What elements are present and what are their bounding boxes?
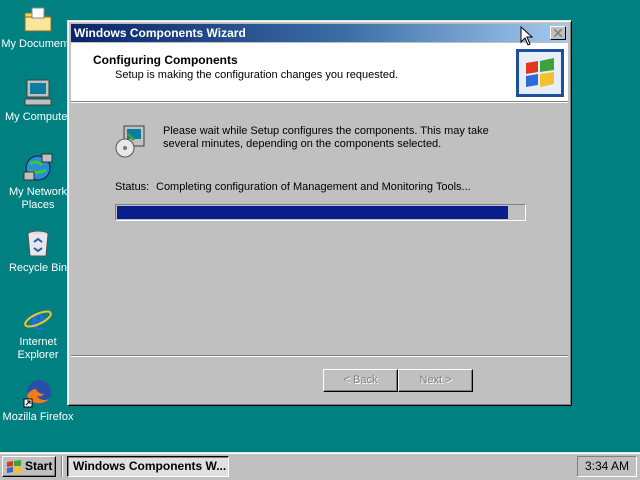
desktop-icon-internet-explorer[interactable]: e Internet Explorer bbox=[0, 301, 76, 362]
close-icon bbox=[554, 29, 562, 37]
desktop-icon-label: Internet Explorer bbox=[17, 336, 59, 361]
desktop-icon-label: My Documents bbox=[1, 38, 75, 50]
taskbar: Start Windows Components W... 3:34 AM bbox=[0, 452, 640, 480]
next-button[interactable]: Next > bbox=[398, 369, 473, 392]
start-button[interactable]: Start bbox=[2, 456, 56, 477]
wizard-header: Configuring Components Setup is making t… bbox=[71, 43, 568, 102]
window-title: Windows Components Wizard bbox=[74, 26, 246, 40]
desktop-icon-label: My Network Places bbox=[8, 186, 68, 211]
back-button[interactable]: < Back bbox=[323, 369, 398, 392]
mouse-cursor-icon bbox=[520, 26, 534, 46]
page-subtitle: Setup is making the configuration change… bbox=[115, 69, 399, 81]
desktop-icon-recycle-bin[interactable]: Recycle Bin bbox=[0, 228, 76, 275]
page-title: Configuring Components bbox=[93, 53, 238, 67]
progress-bar bbox=[115, 204, 526, 221]
desktop-icon-mozilla-firefox[interactable]: Mozilla Firefox bbox=[0, 377, 76, 424]
setup-icon bbox=[114, 124, 148, 158]
status-label: Status: bbox=[115, 181, 150, 193]
title-bar[interactable]: Windows Components Wizard bbox=[71, 24, 568, 42]
header-separator bbox=[71, 102, 568, 103]
wizard-window: Windows Components Wizard Configuring Co… bbox=[67, 20, 572, 406]
firefox-icon bbox=[22, 377, 54, 409]
desktop-icon-my-computer[interactable]: My Computer bbox=[0, 77, 76, 124]
desktop-icon-my-documents[interactable]: My Documents bbox=[0, 4, 76, 51]
computer-icon bbox=[22, 77, 54, 109]
windows-logo-icon bbox=[516, 49, 564, 97]
desktop-icon-label: Recycle Bin bbox=[8, 262, 68, 274]
desktop-icon-label: My Computer bbox=[4, 111, 72, 123]
close-button[interactable] bbox=[550, 26, 566, 40]
desktop-icon-label: Mozilla Firefox bbox=[2, 411, 74, 423]
recycle-bin-icon bbox=[22, 228, 54, 260]
button-separator bbox=[71, 355, 568, 357]
system-tray-clock[interactable]: 3:34 AM bbox=[577, 456, 637, 477]
taskbar-divider bbox=[61, 456, 63, 477]
svg-text:e: e bbox=[30, 302, 45, 334]
ie-icon: e bbox=[22, 301, 54, 338]
wait-message: Please wait while Setup configures the c… bbox=[163, 125, 489, 150]
folder-icon bbox=[22, 4, 54, 36]
desktop-icon-my-network-places[interactable]: My Network Places bbox=[0, 152, 76, 212]
status-text: Completing configuration of Management a… bbox=[156, 181, 471, 193]
network-icon bbox=[22, 152, 54, 184]
taskbar-window-button[interactable]: Windows Components W... bbox=[67, 456, 229, 477]
progress-fill bbox=[117, 206, 508, 219]
windows-flag-icon bbox=[7, 460, 21, 473]
start-label: Start bbox=[25, 459, 53, 473]
